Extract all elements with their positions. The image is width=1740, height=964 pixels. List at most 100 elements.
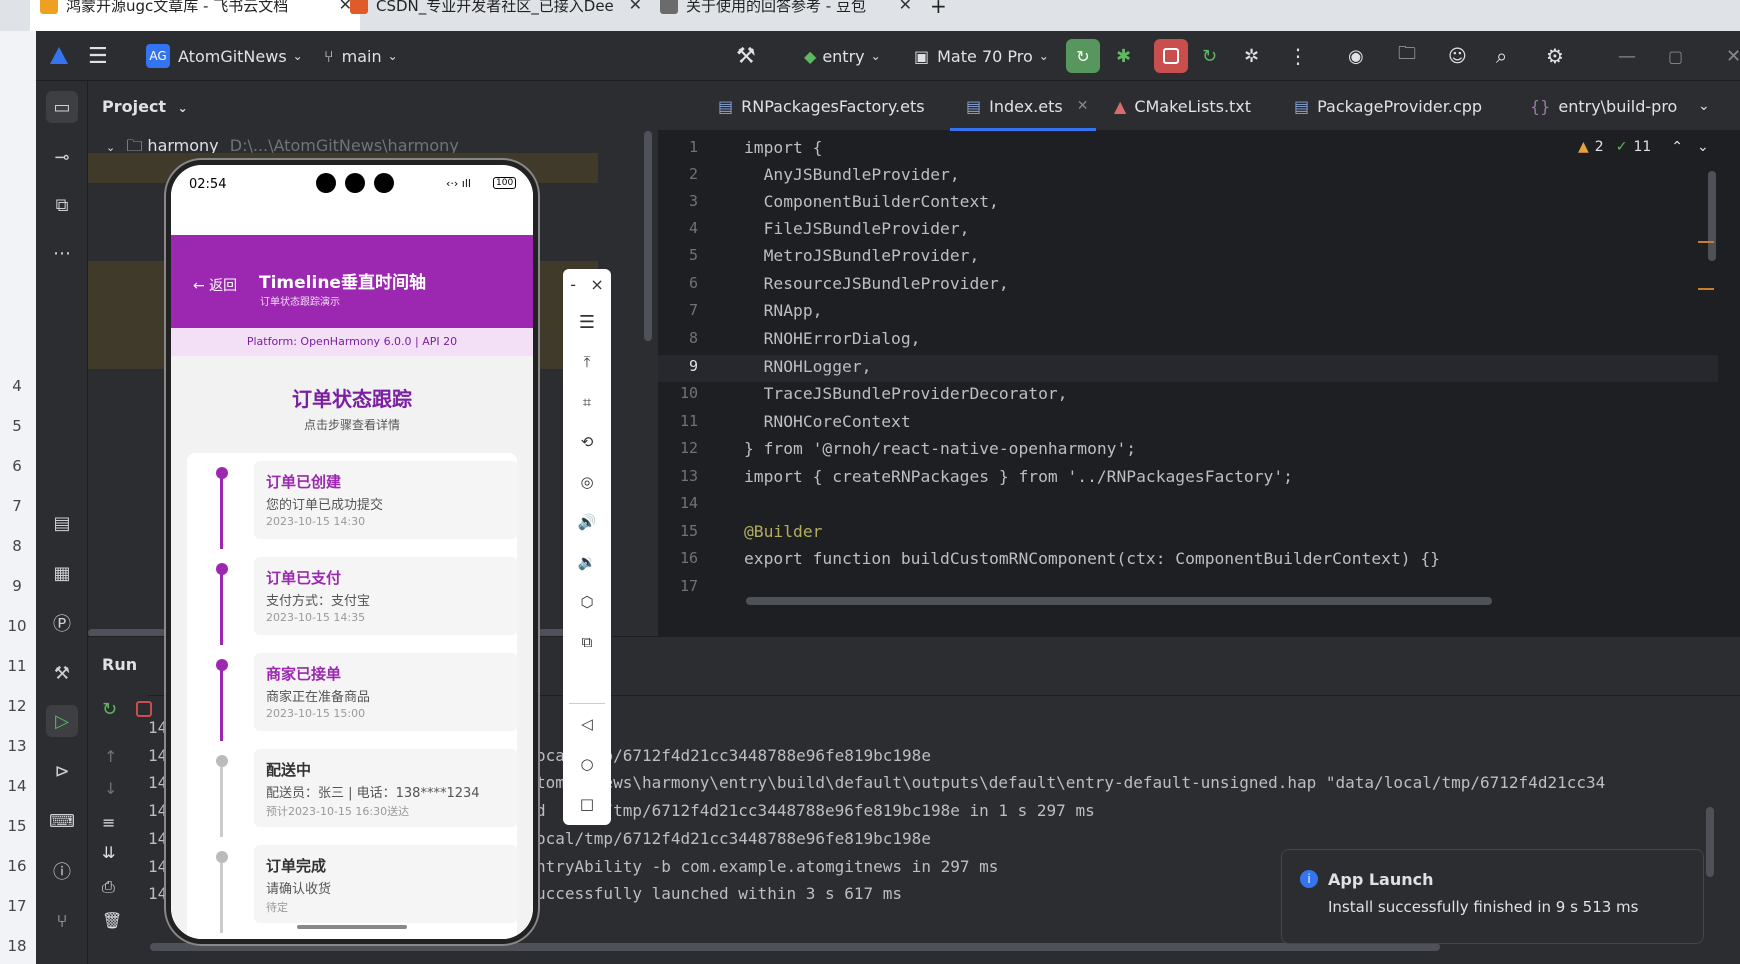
search-icon[interactable]: ⌕ xyxy=(1496,31,1507,81)
trash-icon[interactable]: 🗑 xyxy=(102,911,122,930)
app-launch-notification[interactable]: i App Launch Install successfully finish… xyxy=(1281,849,1704,944)
project-selector[interactable]: AG AtomGitNews ⌄ xyxy=(146,31,303,81)
timeline-line xyxy=(220,765,223,837)
tab-build-profile[interactable]: {} entry\build-pro xyxy=(1530,81,1677,131)
nav-back-icon[interactable]: ◁ xyxy=(563,709,611,739)
tab-rnpackagesfactory[interactable]: ▤ RNPackagesFactory.ets xyxy=(718,81,925,131)
more-horizontal-icon[interactable]: ⋯ xyxy=(46,237,78,269)
emulator-close-button[interactable]: × xyxy=(590,275,603,294)
rerun-icon[interactable]: ↻ xyxy=(1066,39,1100,73)
todo-icon[interactable]: ▤ xyxy=(46,507,78,539)
crop-icon[interactable]: ⌗ xyxy=(563,387,611,417)
log-line: ocal/tmp/6712f4d21cc3448788e96fe819bc198… xyxy=(536,829,931,848)
maximize-window-icon[interactable]: ▢ xyxy=(1668,31,1683,81)
pin-top-icon[interactable]: ⤒ xyxy=(563,347,611,377)
tab-packageprovider[interactable]: ▤ PackageProvider.cpp xyxy=(1294,81,1482,131)
vertical-scrollbar[interactable] xyxy=(1708,171,1716,261)
tab-cmakelists[interactable]: ▲ CMakeLists.txt xyxy=(1114,81,1251,131)
timeline-step[interactable]: 订单完成 请确认收货 待定 xyxy=(254,845,518,923)
stop-icon[interactable] xyxy=(1154,39,1188,73)
commit-icon[interactable]: ⊸ xyxy=(46,141,78,173)
timeline-dot xyxy=(216,467,228,479)
main-menu-icon[interactable]: ☰ xyxy=(88,31,108,81)
inspection-widget[interactable]: ▲ 2 ✓ 11 ⌃ ⌄ xyxy=(1578,139,1709,155)
scrollbar[interactable] xyxy=(644,131,652,341)
timeline-step[interactable]: 商家已接单 商家正在准备商品 2023-10-15 15:00 xyxy=(254,653,518,731)
folder-search-icon[interactable]: 🗀 xyxy=(1398,31,1416,81)
chevron-down-icon[interactable]: ⌄ xyxy=(1697,139,1709,155)
nav-home-icon[interactable]: ○ xyxy=(563,749,611,779)
soft-wrap-icon[interactable]: ≡ xyxy=(102,813,115,832)
close-icon[interactable]: ✕ xyxy=(899,0,912,13)
close-window-icon[interactable]: ✕ xyxy=(1726,31,1740,81)
scroll-to-end-icon[interactable]: ⇊ xyxy=(102,843,115,862)
horizontal-scrollbar[interactable] xyxy=(150,943,1440,951)
log-line: tomGitNews\harmony\entry\build\default\o… xyxy=(536,773,1606,792)
project-panel-header[interactable]: Project ⌄ xyxy=(102,97,188,116)
line-number: 2 xyxy=(688,165,698,183)
chevron-up-icon[interactable]: ⌃ xyxy=(1671,139,1683,155)
fold-icon[interactable]: ⬡ xyxy=(563,587,611,617)
branch-selector[interactable]: ⑂ main ⌄ xyxy=(324,31,398,81)
close-icon[interactable]: ✕ xyxy=(629,0,642,13)
run-config-selector[interactable]: ◆ entry ⌄ xyxy=(804,31,881,81)
structure-icon[interactable]: ⧉ xyxy=(46,189,78,221)
chevron-down-icon: ⌄ xyxy=(870,49,881,63)
file-ets-icon: ▤ xyxy=(718,96,734,116)
new-tab-button[interactable]: + xyxy=(930,0,970,31)
menu-icon[interactable]: ☰ xyxy=(563,307,611,337)
project-folder-icon[interactable]: ▭ xyxy=(46,91,78,123)
volume-down-icon[interactable]: 🔉 xyxy=(563,547,611,577)
browser-tab[interactable]: 鸿蒙开源ugc文章库 - 飞书云文档 ✕ xyxy=(30,0,360,31)
camera-dot xyxy=(374,173,394,193)
rerun-icon[interactable]: ↻ xyxy=(102,699,117,720)
tab-label: entry\build-pro xyxy=(1558,96,1678,116)
timeline-step[interactable]: 订单已创建 您的订单已成功提交 2023-10-15 14:30 xyxy=(254,461,518,539)
emulator-minimize-button[interactable]: - xyxy=(570,275,576,294)
arrow-down-icon[interactable]: ↓ xyxy=(104,779,117,798)
more-vertical-icon[interactable]: ⋮ xyxy=(1288,31,1308,81)
back-button[interactable]: ← 返回 xyxy=(193,275,237,295)
gutter-number: 5 xyxy=(12,417,22,435)
services-icon[interactable]: ⊳ xyxy=(46,755,78,787)
nav-recents-icon[interactable]: □ xyxy=(563,789,611,819)
browser-tab[interactable]: 关于使用的回答参考 - 豆包 ✕ xyxy=(650,0,920,31)
settings-gear-icon[interactable]: ⚙ xyxy=(1546,31,1564,81)
volume-up-icon[interactable]: 🔊 xyxy=(563,507,611,537)
minimize-window-icon[interactable]: — xyxy=(1618,31,1636,81)
arrow-up-icon[interactable]: ↑ xyxy=(104,747,117,766)
line-number: 8 xyxy=(688,329,698,347)
rotate-icon[interactable]: ⟲ xyxy=(563,427,611,457)
database-icon[interactable]: ▦ xyxy=(46,557,78,589)
browser-tab[interactable]: CSDN_专业开发者社区_已接入Dee ✕ xyxy=(340,0,650,31)
log-line: ntryAbility -b com.example.atomgitnews i… xyxy=(536,857,999,876)
target-icon[interactable]: ◉ xyxy=(1348,31,1364,81)
code-line: RNApp, xyxy=(744,301,823,320)
multi-window-icon[interactable]: ⧉ xyxy=(563,627,611,657)
tab-index-ets[interactable]: ▤ Index.ets ✕ xyxy=(950,81,1096,131)
device-selector[interactable]: ▣ Mate 70 Pro ⌄ xyxy=(914,31,1049,81)
screenshot-icon[interactable]: ◎ xyxy=(563,467,611,497)
timeline-step[interactable]: 订单已支付 支付方式：支付宝 2023-10-15 14:35 xyxy=(254,557,518,635)
apply-changes-icon[interactable]: ↻ xyxy=(1202,31,1217,81)
timeline-step[interactable]: 配送中 配送员：张三 | 电话：138****1234 预计2023-10-15… xyxy=(254,749,518,827)
module-icon: ◆ xyxy=(804,46,817,66)
run-panel-title[interactable]: Run xyxy=(102,655,137,674)
attach-debugger-icon[interactable]: ✲ xyxy=(1244,31,1259,81)
print-icon[interactable]: ⎙ xyxy=(102,877,115,897)
gutter-number: 12 xyxy=(7,697,27,715)
problems-icon[interactable]: ⓘ xyxy=(46,855,78,887)
vertical-scrollbar[interactable] xyxy=(1706,807,1714,877)
tabs-overflow-chevron-icon[interactable]: ⌄ xyxy=(1698,81,1710,131)
home-indicator[interactable] xyxy=(297,925,407,929)
debug-icon[interactable]: ✱ xyxy=(1116,31,1131,81)
close-icon[interactable]: ✕ xyxy=(1077,98,1089,114)
user-icon[interactable]: ☺ xyxy=(1448,31,1467,81)
run-tool-icon[interactable]: ▷ xyxy=(46,705,78,737)
horizontal-scrollbar[interactable] xyxy=(746,597,1492,605)
terminal-icon[interactable]: ⌨ xyxy=(46,805,78,837)
build-hammer-icon[interactable]: ⚒ xyxy=(736,31,756,81)
profiler-icon[interactable]: Ⓟ xyxy=(46,607,78,639)
git-icon[interactable]: ⑂ xyxy=(46,905,78,937)
build-icon[interactable]: ⚒ xyxy=(46,657,78,689)
